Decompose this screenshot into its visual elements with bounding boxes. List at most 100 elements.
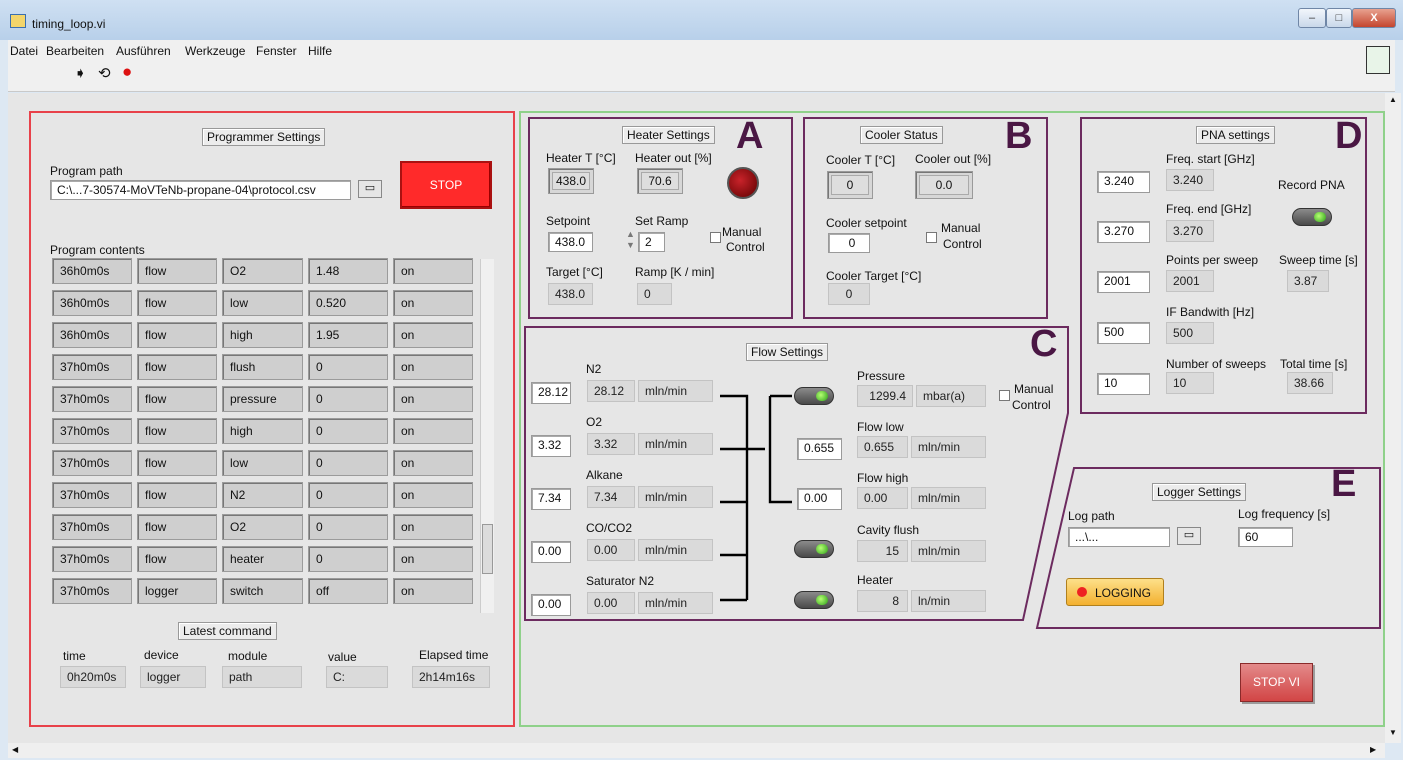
stop-vi-button[interactable]: STOP VI bbox=[1240, 663, 1313, 702]
logging-label: LOGGING bbox=[1095, 586, 1152, 600]
gas-unit-label: mln/min bbox=[638, 433, 713, 455]
front-panel: Programmer Settings Program path C:\...7… bbox=[8, 93, 1395, 743]
minimize-button[interactable]: – bbox=[1298, 8, 1326, 28]
menu-ausfuehren[interactable]: Ausführen bbox=[116, 44, 171, 58]
cooler-out-indicator: 0.0 bbox=[915, 171, 973, 199]
gas-setpoint-input[interactable]: 0.00 bbox=[531, 594, 571, 616]
abort-icon[interactable]: ● bbox=[122, 62, 132, 82]
stop-program-button[interactable]: STOP bbox=[400, 161, 492, 209]
latest-device-head: device bbox=[144, 648, 179, 662]
gas-setpoint-input[interactable]: 3.32 bbox=[531, 435, 571, 457]
points-per-sweep-input[interactable]: 2001 bbox=[1097, 271, 1150, 293]
table-cell-text: on bbox=[401, 328, 415, 342]
table-scrollbar[interactable] bbox=[480, 259, 494, 613]
table-cell: on bbox=[393, 322, 473, 348]
setpoint-label: Setpoint bbox=[546, 214, 591, 228]
pressure-unit: mbar(a) bbox=[916, 385, 986, 407]
flow-high-unit: mln/min bbox=[911, 487, 986, 509]
log-frequency-label: Log frequency [s] bbox=[1238, 507, 1331, 521]
table-cell-text: flow bbox=[145, 328, 167, 342]
gas-setpoint-input[interactable]: 28.12 bbox=[531, 382, 571, 404]
table-cell-text: flow bbox=[145, 424, 167, 438]
table-cell: N2 bbox=[222, 482, 303, 508]
sweep-time-value: 3.87 bbox=[1287, 270, 1329, 292]
log-path-input[interactable]: ...\... bbox=[1068, 527, 1170, 547]
cooler-manual-checkbox[interactable] bbox=[926, 232, 937, 243]
maximize-button[interactable]: □ bbox=[1326, 8, 1352, 28]
menu-werkzeuge[interactable]: Werkzeuge bbox=[185, 44, 245, 58]
window-title: timing_loop.vi bbox=[32, 17, 106, 31]
heater-settings-title: Heater Settings bbox=[622, 126, 715, 144]
run-arrow-icon[interactable]: ➧ bbox=[74, 64, 87, 82]
log-frequency-input[interactable]: 60 bbox=[1238, 527, 1293, 547]
heater-flow-toggle[interactable] bbox=[794, 591, 834, 609]
run-continuously-icon[interactable]: ⟲ bbox=[98, 64, 111, 82]
pressure-toggle[interactable] bbox=[794, 387, 834, 405]
record-pna-toggle[interactable] bbox=[1292, 208, 1332, 226]
num-sweeps-input[interactable]: 10 bbox=[1097, 373, 1150, 395]
flow-high-input[interactable]: 0.00 bbox=[797, 488, 842, 510]
if-bandwidth-label: IF Bandwith [Hz] bbox=[1166, 305, 1255, 319]
table-cell-text: 37h0m0s bbox=[60, 552, 110, 566]
menu-datei[interactable]: Datei bbox=[10, 44, 38, 58]
table-cell: 37h0m0s bbox=[52, 546, 132, 572]
program-path-input[interactable]: C:\...7-30574-MoVTeNb-propane-04\protoco… bbox=[50, 180, 351, 200]
setpoint-input[interactable]: 438.0 bbox=[548, 232, 593, 252]
cooler-letter: B bbox=[1005, 115, 1033, 157]
table-cell-text: on bbox=[401, 520, 415, 534]
menu-hilfe[interactable]: Hilfe bbox=[308, 44, 332, 58]
cooler-setpoint-label: Cooler setpoint bbox=[826, 216, 907, 230]
table-cell-text: 0 bbox=[316, 360, 323, 374]
freq-end-input[interactable]: 3.270 bbox=[1097, 221, 1150, 243]
table-scroll-thumb[interactable] bbox=[482, 524, 493, 574]
if-bandwidth-input[interactable]: 500 bbox=[1097, 322, 1150, 344]
table-cell: on bbox=[393, 354, 473, 380]
points-per-sweep-set: 2001 bbox=[1104, 274, 1131, 288]
table-cell: flow bbox=[137, 546, 217, 572]
table-cell-text: 37h0m0s bbox=[60, 360, 110, 374]
set-ramp-input[interactable]: 2 bbox=[638, 232, 665, 252]
freq-end-label: Freq. end [GHz] bbox=[1166, 202, 1252, 216]
gas-setpoint-input[interactable]: 7.34 bbox=[531, 488, 571, 510]
menu-bearbeiten[interactable]: Bearbeiten bbox=[46, 44, 104, 58]
flow-manual-checkbox[interactable] bbox=[999, 390, 1010, 401]
table-cell: 37h0m0s bbox=[52, 482, 132, 508]
scroll-down-icon[interactable]: ▼ bbox=[1389, 728, 1397, 737]
menu-fenster[interactable]: Fenster bbox=[256, 44, 297, 58]
cooler-setpoint-value: 0 bbox=[848, 236, 856, 250]
sweep-time-label: Sweep time [s] bbox=[1279, 253, 1358, 267]
gas-setpoint-input[interactable]: 0.00 bbox=[531, 541, 571, 563]
heater-out-indicator: 70.6 bbox=[637, 168, 683, 194]
table-cell: on bbox=[393, 514, 473, 540]
ramp-spinner-icon[interactable]: ▲ ▼ bbox=[626, 229, 636, 253]
table-cell-text: flow bbox=[145, 488, 167, 502]
freq-start-input[interactable]: 3.240 bbox=[1097, 171, 1150, 193]
table-cell: flow bbox=[137, 258, 217, 284]
scroll-right-icon[interactable]: ▶ bbox=[1370, 745, 1376, 754]
flow-low-label: Flow low bbox=[857, 420, 904, 434]
freq-start-label: Freq. start [GHz] bbox=[1166, 152, 1255, 166]
flow-low-input[interactable]: 0.655 bbox=[797, 438, 842, 460]
gas-unit-label: mln/min bbox=[638, 380, 713, 402]
horizontal-scrollbar[interactable]: ◀ ▶ bbox=[8, 743, 1385, 758]
scroll-left-icon[interactable]: ◀ bbox=[12, 745, 18, 754]
cooler-t-label: Cooler T [°C] bbox=[826, 153, 896, 167]
close-button[interactable]: X bbox=[1352, 8, 1396, 28]
table-cell-text: low bbox=[230, 456, 249, 470]
heater-knob[interactable] bbox=[727, 167, 759, 199]
toolbar: ➧ ⟲ ● bbox=[8, 46, 1395, 92]
table-cell-text: 36h0m0s bbox=[60, 296, 110, 310]
pna-letter: D bbox=[1335, 115, 1363, 157]
log-browse-folder-icon[interactable]: ▭ bbox=[1177, 527, 1201, 545]
table-cell: on bbox=[393, 418, 473, 444]
table-cell: O2 bbox=[222, 514, 303, 540]
browse-folder-icon[interactable]: ▭ bbox=[358, 180, 382, 198]
logging-button[interactable]: LOGGING bbox=[1066, 578, 1164, 606]
gas-actual-value: 28.12 bbox=[587, 380, 635, 402]
flow-control-label: Control bbox=[1012, 398, 1051, 412]
cavity-flush-toggle[interactable] bbox=[794, 540, 834, 558]
cooler-setpoint-input[interactable]: 0 bbox=[828, 233, 870, 253]
scroll-up-icon[interactable]: ▲ bbox=[1389, 95, 1397, 104]
vertical-scrollbar[interactable]: ▲ ▼ bbox=[1385, 93, 1401, 743]
heater-manual-checkbox[interactable] bbox=[710, 232, 721, 243]
